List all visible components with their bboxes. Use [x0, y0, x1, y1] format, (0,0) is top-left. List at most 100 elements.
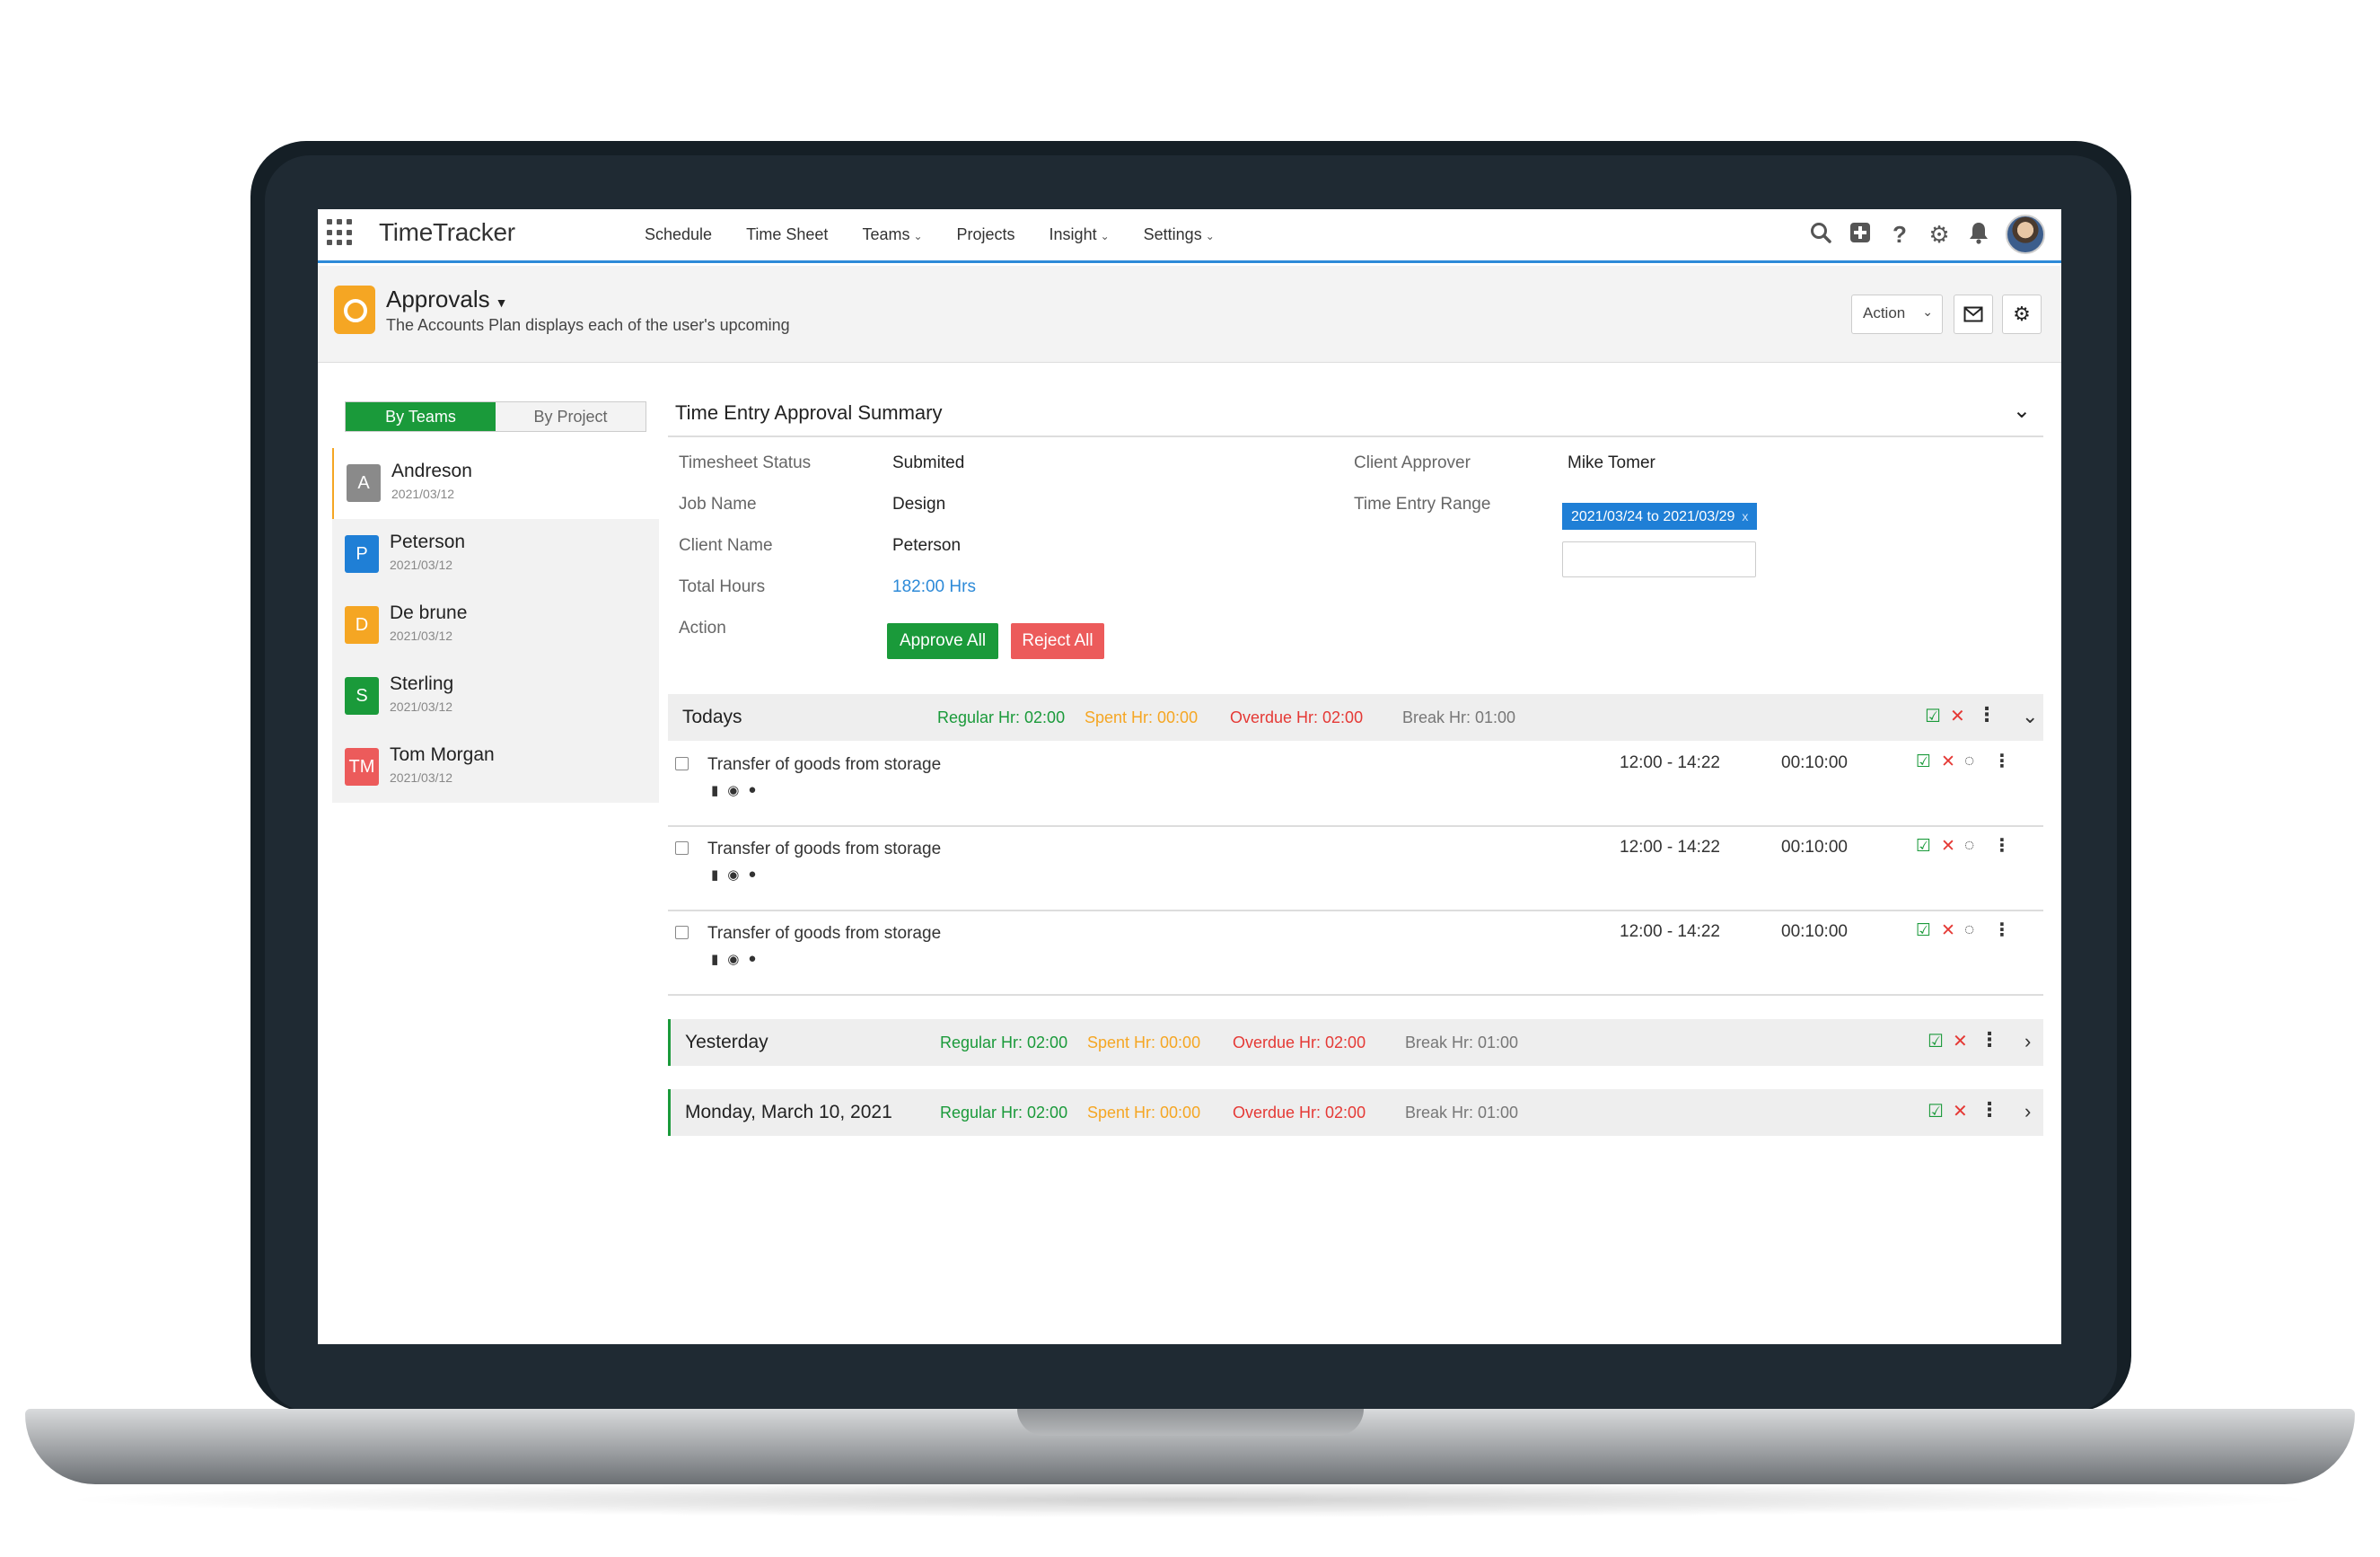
entry-icon-group: ▮ ◉ ● [711, 866, 756, 883]
chevron-down-icon: ⌄ [913, 230, 923, 242]
job-name-value: Design [892, 495, 946, 514]
date-range-input[interactable] [1562, 541, 1756, 577]
approvals-icon [334, 286, 375, 334]
entry-checkbox[interactable] [675, 757, 689, 770]
reject-x-icon[interactable]: ✕ [1953, 1030, 1968, 1052]
approve-check-icon[interactable]: ☑ [1925, 705, 1941, 727]
summary-title: Time Entry Approval Summary [675, 401, 943, 424]
reject-x-icon[interactable]: ✕ [1950, 705, 1965, 727]
approve-check-icon[interactable]: ☑ [1916, 752, 1931, 772]
date-range-chip[interactable]: 2021/03/24 to 2021/03/29 x [1562, 503, 1758, 530]
more-options-icon[interactable]: ⋮ [1980, 1028, 1999, 1051]
comment-icon[interactable]: ◌ [1964, 920, 1974, 940]
mail-button[interactable] [1954, 295, 1993, 334]
reject-x-icon[interactable]: ✕ [1941, 836, 1955, 857]
more-options-icon[interactable]: ⋮ [1993, 834, 2011, 857]
more-options-icon[interactable]: ⋮ [1980, 1098, 1999, 1122]
team-member-item[interactable]: A Andreson 2021/03/12 [332, 448, 659, 519]
overdue-hours: Overdue Hr: 02:00 [1230, 708, 1364, 726]
nav-icon-bar: ? ⚙ [1808, 215, 2045, 254]
day-group-header[interactable]: Yesterday Regular Hr: 02:00 Spent Hr: 00:0… [668, 1019, 2043, 1066]
team-member-item[interactable]: P Peterson 2021/03/12 [332, 519, 659, 590]
nav-item-projects[interactable]: Projects [957, 225, 1015, 244]
document-icon[interactable]: ▮ [711, 782, 718, 798]
timesheet-status-label: Timesheet Status [679, 453, 812, 472]
avatar: S [345, 677, 379, 715]
tab-by-project[interactable]: By Project [496, 402, 645, 431]
comment-icon[interactable]: ◌ [1964, 752, 1974, 771]
nav-item-teams[interactable]: Teams ⌄ [862, 225, 922, 244]
top-navbar: TimeTracker Schedule Time Sheet Teams ⌄ Proj… [318, 209, 2061, 263]
member-date: 2021/03/12 [390, 629, 453, 643]
spent-hours: Spent Hr: 00:00 [1087, 1104, 1201, 1122]
brand-name[interactable]: TimeTracker [379, 218, 515, 247]
more-options-icon[interactable]: ⋮ [1993, 750, 2011, 772]
close-icon[interactable]: x [1742, 509, 1748, 523]
regular-hours: Regular Hr: 02:00 [940, 1104, 1068, 1122]
nav-item-schedule[interactable]: Schedule [645, 225, 712, 244]
eye-icon[interactable]: ◉ [727, 951, 739, 967]
avatar: A [347, 464, 381, 502]
gear-icon[interactable]: ⚙ [1927, 221, 1952, 248]
approve-check-icon[interactable]: ☑ [1916, 920, 1931, 941]
entry-time-range: 12:00 - 14:22 [1620, 753, 1720, 772]
info-icon[interactable]: ● [748, 782, 756, 798]
settings-gear-button[interactable]: ⚙ [2002, 295, 2042, 334]
member-date: 2021/03/12 [390, 770, 453, 785]
avatar: D [345, 606, 379, 644]
member-date: 2021/03/12 [390, 699, 453, 714]
client-approver-label: Client Approver [1354, 453, 1471, 472]
nav-item-time-sheet[interactable]: Time Sheet [746, 225, 828, 244]
day-group-header[interactable]: Monday, March 10, 2021 Regular Hr: 02:00 S… [668, 1089, 2043, 1136]
eye-icon[interactable]: ◉ [727, 782, 739, 798]
entry-checkbox[interactable] [675, 926, 689, 939]
eye-icon[interactable]: ◉ [727, 866, 739, 883]
chevron-down-icon[interactable]: ⌄ [2022, 705, 2038, 728]
chevron-right-icon[interactable]: › [2024, 1100, 2031, 1123]
tab-by-teams[interactable]: By Teams [346, 402, 496, 431]
bell-icon[interactable] [1966, 221, 1991, 248]
chevron-down-icon: ⌄ [1205, 230, 1215, 242]
spent-hours: Spent Hr: 00:00 [1087, 1034, 1201, 1051]
document-icon[interactable]: ▮ [711, 866, 718, 883]
nav-item-settings[interactable]: Settings ⌄ [1144, 225, 1215, 244]
page-header: Approvals ▼ The Accounts Plan displays ea… [318, 266, 2061, 363]
team-member-item[interactable]: D De brune 2021/03/12 [332, 590, 659, 661]
approve-check-icon[interactable]: ☑ [1916, 836, 1931, 857]
document-icon[interactable]: ▮ [711, 951, 718, 967]
chevron-down-icon[interactable]: ⌄ [2013, 398, 2031, 424]
entry-title: Transfer of goods from storage [707, 755, 942, 774]
break-hours: Break Hr: 01:00 [1405, 1104, 1519, 1122]
chevron-right-icon[interactable]: › [2024, 1030, 2031, 1053]
search-icon[interactable] [1808, 221, 1833, 248]
comment-icon[interactable]: ◌ [1964, 836, 1974, 856]
info-icon[interactable]: ● [748, 951, 756, 967]
time-entry-row: Transfer of goods from storage ▮ ◉ ● 12:00 -… [668, 743, 2043, 827]
add-icon[interactable] [1848, 221, 1873, 248]
reject-x-icon[interactable]: ✕ [1941, 752, 1955, 772]
action-dropdown[interactable]: Action ⌄ [1851, 295, 1943, 334]
group-title: Todays [682, 707, 742, 727]
reject-all-button[interactable]: Reject All [1011, 623, 1104, 659]
approve-all-button[interactable]: Approve All [887, 623, 998, 659]
overdue-hours: Overdue Hr: 02:00 [1233, 1104, 1366, 1122]
main-menu: Schedule Time Sheet Teams ⌄ Projects Insight ⌄… [645, 225, 1249, 244]
team-member-item[interactable]: S Sterling 2021/03/12 [332, 661, 659, 732]
more-options-icon[interactable]: ⋮ [1993, 919, 2011, 941]
entry-checkbox[interactable] [675, 841, 689, 855]
app-grid-icon[interactable] [327, 219, 354, 246]
user-avatar[interactable] [2006, 215, 2045, 254]
approve-check-icon[interactable]: ☑ [1928, 1030, 1944, 1052]
more-options-icon[interactable]: ⋮ [1977, 703, 1997, 726]
page-title[interactable]: Approvals ▼ [386, 286, 507, 313]
reject-x-icon[interactable]: ✕ [1941, 920, 1955, 941]
team-member-item[interactable]: TM Tom Morgan 2021/03/12 [332, 732, 659, 803]
approve-check-icon[interactable]: ☑ [1928, 1100, 1944, 1122]
reject-x-icon[interactable]: ✕ [1953, 1100, 1968, 1122]
nav-item-insight[interactable]: Insight ⌄ [1049, 225, 1110, 244]
info-icon[interactable]: ● [748, 866, 756, 883]
laptop-shadow [54, 1482, 2325, 1517]
help-icon[interactable]: ? [1887, 221, 1912, 248]
day-group-header[interactable]: Todays Regular Hr: 02:00 Spent Hr: 00:00 Ov… [668, 694, 2043, 741]
total-hours-value[interactable]: 182:00 Hrs [892, 577, 976, 597]
